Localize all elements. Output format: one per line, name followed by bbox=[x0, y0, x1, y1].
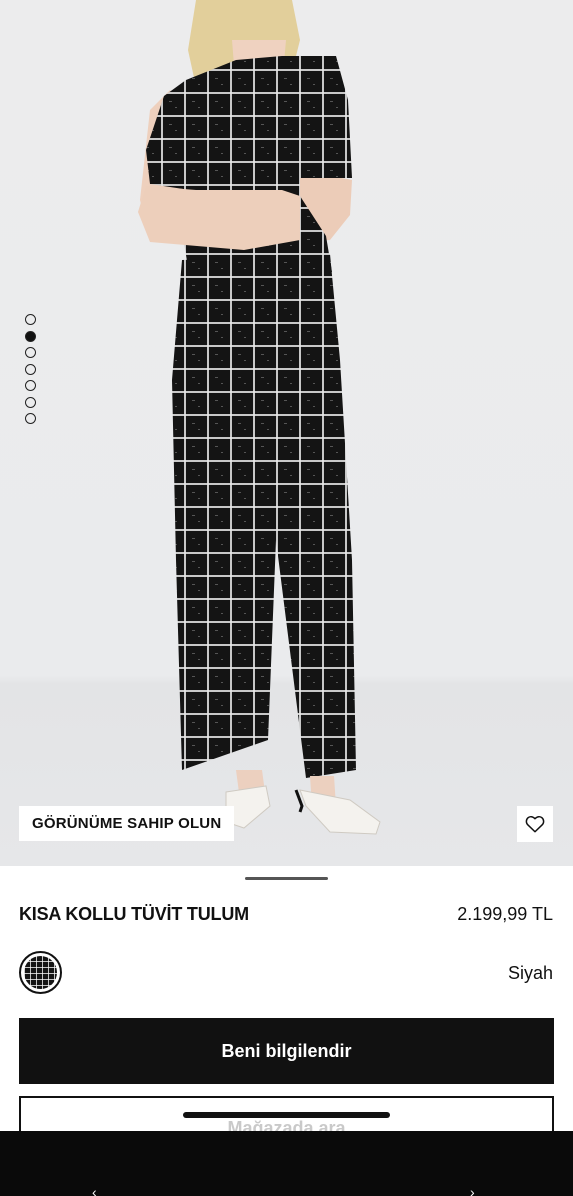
gallery-dot[interactable] bbox=[25, 363, 36, 375]
color-name: Siyah bbox=[507, 963, 553, 983]
gallery-dot[interactable] bbox=[25, 314, 36, 325]
gallery-pagination bbox=[25, 314, 37, 430]
gallery-dot-active[interactable] bbox=[25, 330, 36, 342]
notify-me-label: Beni bilgilendir bbox=[221, 1040, 352, 1061]
product-image[interactable]: GÖRÜNÜME SAHIP OLUN bbox=[0, 0, 573, 866]
shop-the-look-label: GÖRÜNÜME SAHIP OLUN bbox=[32, 815, 222, 832]
product-price: 2.199,99 TL bbox=[457, 904, 553, 924]
heart-icon bbox=[525, 815, 545, 833]
product-photo bbox=[138, 0, 381, 835]
shop-the-look-button[interactable]: GÖRÜNÜME SAHIP OLUN bbox=[19, 806, 235, 841]
gallery-dot[interactable] bbox=[25, 347, 36, 358]
color-swatch[interactable] bbox=[19, 951, 62, 994]
notify-me-button[interactable]: Beni bilgilendir bbox=[19, 1018, 554, 1084]
favorite-button[interactable] bbox=[517, 806, 553, 842]
product-title: KISA KOLLU TÜVİT TULUM bbox=[19, 904, 249, 924]
gallery-dot[interactable] bbox=[25, 380, 36, 391]
gallery-dot[interactable] bbox=[25, 396, 36, 408]
chevron-right-icon[interactable]: › bbox=[470, 1185, 475, 1196]
chevron-left-icon[interactable]: ‹ bbox=[92, 1185, 97, 1196]
gallery-dot[interactable] bbox=[25, 413, 36, 424]
system-navigation-bar: ‹ › bbox=[0, 1131, 573, 1196]
color-swatch-pattern bbox=[24, 956, 57, 989]
home-indicator[interactable] bbox=[183, 1112, 390, 1118]
sheet-drag-handle[interactable] bbox=[245, 877, 328, 880]
